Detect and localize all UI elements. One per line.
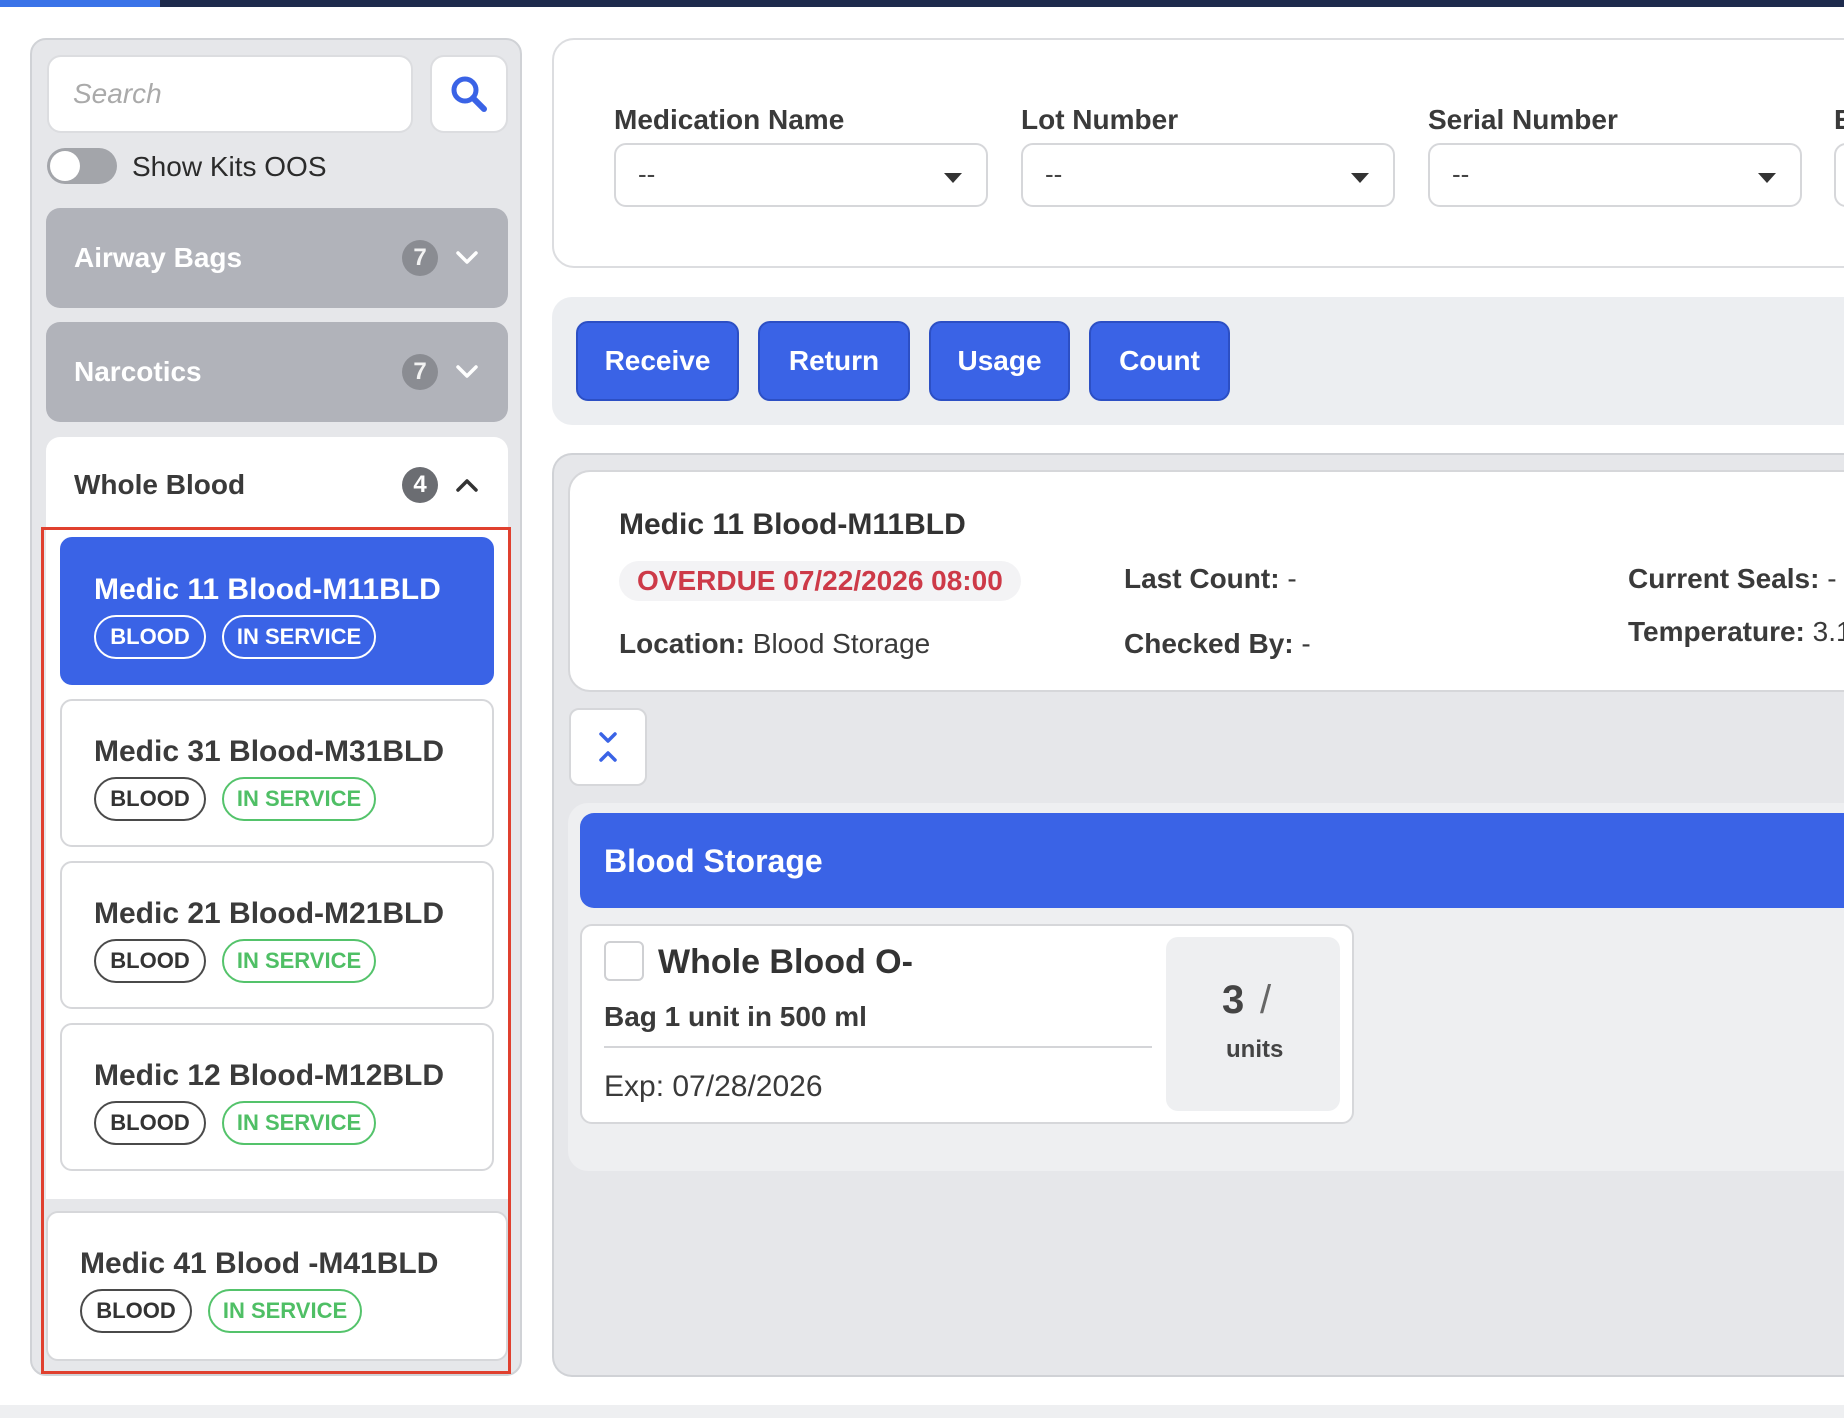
quantity-unit: units [1226, 1036, 1284, 1063]
location-field: Location: Blood Storage [619, 628, 930, 660]
medication-divider [604, 1046, 1152, 1048]
dropdown-caret-icon [1351, 173, 1369, 183]
return-button[interactable]: Return [758, 321, 910, 401]
temperature-label: Temperature: [1628, 616, 1805, 647]
group-name: Narcotics [74, 356, 202, 387]
overdue-badge: OVERDUE 07/22/2026 08:00 [619, 561, 1021, 601]
location-label: Location: [619, 628, 745, 659]
storage-title: Blood Storage [604, 843, 823, 879]
search-button[interactable] [430, 55, 508, 133]
filter-label-medication-name: Medication Name [614, 104, 845, 135]
medication-name-select[interactable]: -- [614, 143, 988, 207]
temperature-field: Temperature: 3.1 [1628, 616, 1844, 648]
kit-detail-title: Medic 11 Blood-M11BLD [619, 508, 966, 541]
show-kits-oos-label: Show Kits OOS [132, 151, 327, 182]
chevron-up-icon [454, 472, 480, 498]
group-airway-bags[interactable]: Airway Bags 7 [46, 208, 508, 308]
collapse-button[interactable] [569, 708, 647, 786]
filter-label-partial: E [1834, 104, 1844, 135]
search-input[interactable] [47, 55, 413, 133]
last-count-field: Last Count: - [1124, 563, 1297, 595]
quantity-box [1166, 937, 1340, 1111]
group-count-badge: 7 [402, 354, 438, 390]
partial-filter-select[interactable] [1834, 143, 1844, 207]
current-seals-field: Current Seals: - [1628, 563, 1837, 595]
select-value: -- [1452, 159, 1470, 189]
kit-list-highlight [41, 527, 511, 1374]
current-seals-value: - [1827, 563, 1837, 594]
group-narcotics[interactable]: Narcotics 7 [46, 322, 508, 422]
dropdown-caret-icon [944, 173, 962, 183]
search-icon [451, 76, 487, 112]
select-value: -- [1045, 159, 1063, 189]
temperature-value: 3.1 [1812, 616, 1844, 647]
chevron-down-icon [454, 359, 480, 385]
group-name: Whole Blood [74, 469, 246, 500]
collapse-icon [599, 732, 617, 762]
show-kits-oos-toggle[interactable] [47, 148, 117, 184]
serial-number-select[interactable]: -- [1428, 143, 1802, 207]
medication-name: Whole Blood O- [658, 943, 913, 981]
medication-checkbox[interactable] [604, 941, 644, 981]
dropdown-caret-icon [1758, 173, 1776, 183]
checked-by-field: Checked By: - [1124, 628, 1311, 660]
lot-number-select[interactable]: -- [1021, 143, 1395, 207]
checked-by-label: Checked By: [1124, 628, 1294, 659]
group-count-badge: 7 [402, 240, 438, 276]
bottom-strip [0, 1405, 1844, 1418]
chevron-down-icon [454, 245, 480, 271]
group-name: Airway Bags [74, 242, 243, 273]
quantity-value: 3 [1222, 978, 1245, 1022]
top-nav-bar [0, 0, 1844, 7]
last-count-label: Last Count: [1124, 563, 1280, 594]
current-seals-label: Current Seals: [1628, 563, 1820, 594]
medication-expiration: Exp: 07/28/2026 [604, 1070, 823, 1103]
filter-label-lot-number: Lot Number [1021, 104, 1179, 135]
group-count-badge: 4 [402, 467, 438, 503]
location-value: Blood Storage [752, 628, 931, 659]
count-button[interactable]: Count [1089, 321, 1230, 401]
top-nav-accent [0, 0, 160, 7]
last-count-value: - [1287, 563, 1297, 594]
checked-by-value: - [1301, 628, 1311, 659]
toggle-knob [50, 151, 80, 181]
filter-label-serial-number: Serial Number [1428, 104, 1618, 135]
medication-description: Bag 1 unit in 500 ml [604, 1001, 867, 1032]
quantity-separator: / [1260, 978, 1272, 1022]
select-value: -- [638, 159, 656, 189]
group-whole-blood[interactable]: Whole Blood 4 [46, 437, 508, 533]
receive-button[interactable]: Receive [576, 321, 739, 401]
usage-button[interactable]: Usage [929, 321, 1070, 401]
